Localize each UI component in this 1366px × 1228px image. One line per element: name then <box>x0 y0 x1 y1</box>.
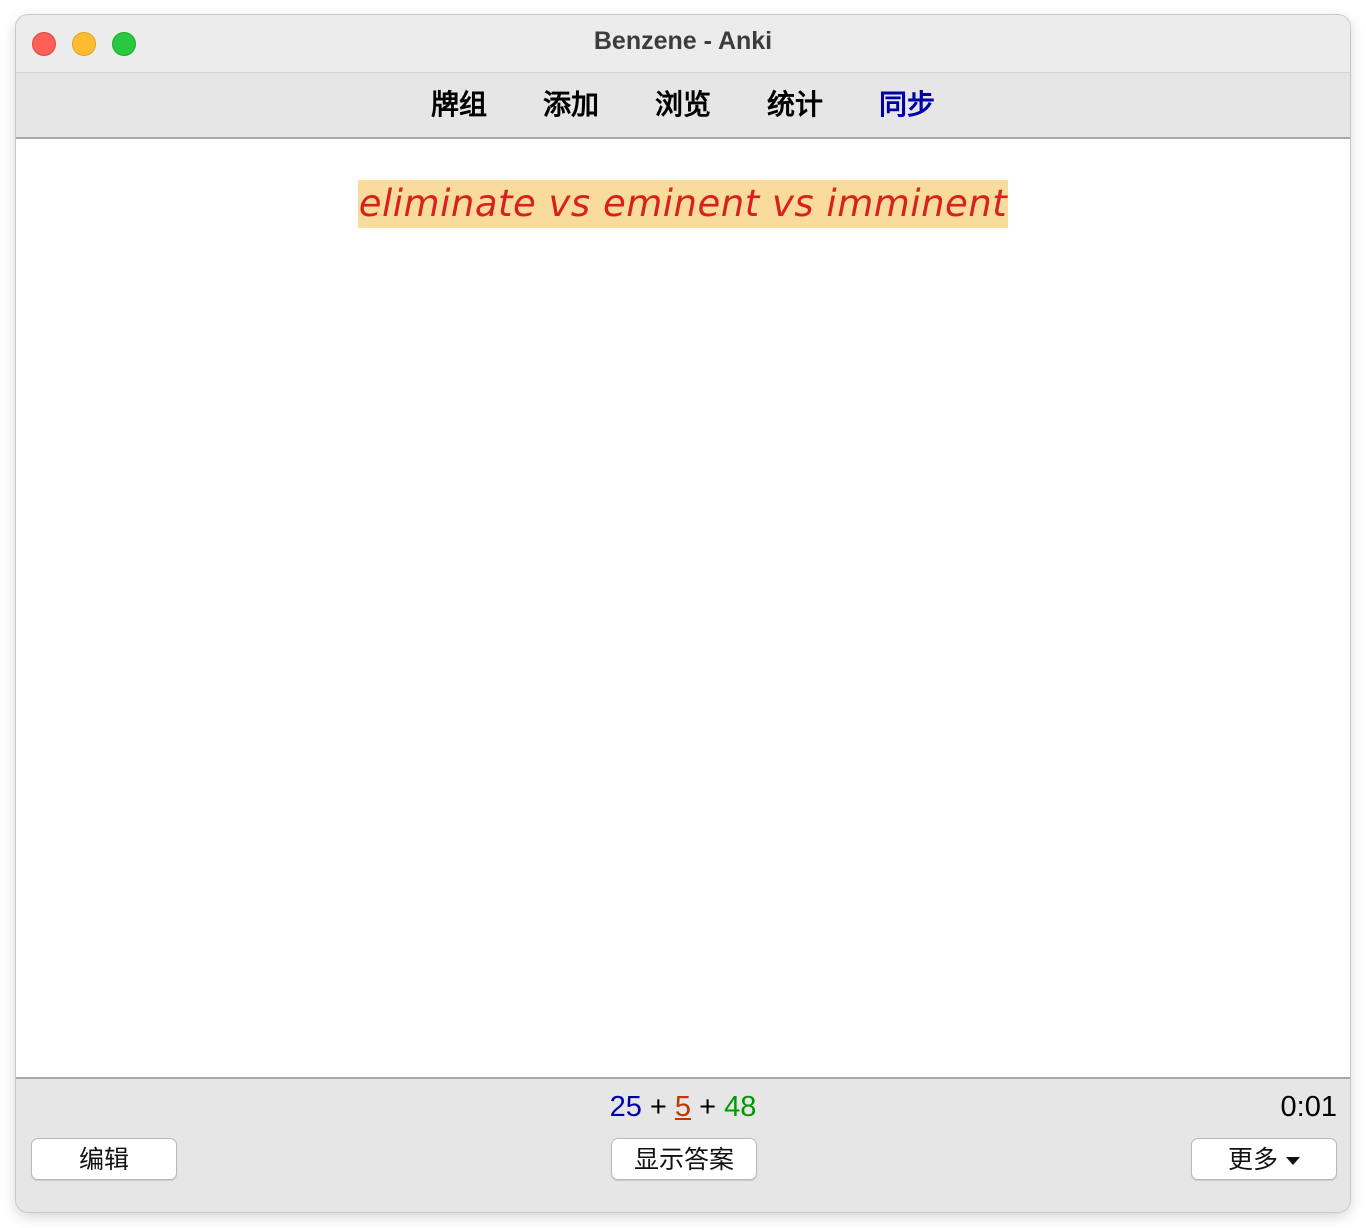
learning-count: 5 <box>674 1091 692 1123</box>
new-count: 25 <box>609 1091 642 1123</box>
card-review-area: eliminate vs eminent vs imminent <box>16 139 1350 1079</box>
toolbar-decks[interactable]: 牌组 <box>431 87 487 123</box>
review-timer: 0:01 <box>1280 1091 1337 1123</box>
edit-button-label: 编辑 <box>78 1145 129 1174</box>
more-button-label: 更多 <box>1227 1145 1278 1174</box>
card-front-text: eliminate vs eminent vs imminent <box>357 180 1009 228</box>
count-separator: + <box>649 1091 667 1123</box>
anki-window: Benzene - Anki 牌组 添加 浏览 统计 同步 eliminate … <box>16 15 1350 1212</box>
title-bar: Benzene - Anki <box>16 15 1350 73</box>
window-title: Benzene - Anki <box>593 27 773 55</box>
show-answer-button-label: 显示答案 <box>633 1145 734 1174</box>
review-count: 48 <box>724 1091 757 1123</box>
toolbar-nav: 牌组 添加 浏览 统计 同步 <box>431 87 935 123</box>
review-bottom-bar: 25 + 5 + 48 0:01 编辑 显示答案 更多 <box>16 1079 1350 1212</box>
card-front-container: eliminate vs eminent vs imminent <box>16 180 1350 228</box>
count-separator: + <box>699 1091 717 1123</box>
toolbar-sync[interactable]: 同步 <box>879 87 935 123</box>
toolbar-add[interactable]: 添加 <box>543 87 599 123</box>
toolbar-stats[interactable]: 统计 <box>767 87 823 123</box>
due-counts: 25 + 5 + 48 <box>16 1091 1350 1124</box>
more-button[interactable]: 更多 <box>1191 1138 1337 1180</box>
caret-down-icon <box>1286 1157 1300 1165</box>
main-toolbar: 牌组 添加 浏览 统计 同步 <box>16 73 1350 139</box>
toolbar-browse[interactable]: 浏览 <box>655 87 711 123</box>
show-answer-button[interactable]: 显示答案 <box>611 1138 757 1180</box>
edit-button[interactable]: 编辑 <box>31 1138 177 1180</box>
